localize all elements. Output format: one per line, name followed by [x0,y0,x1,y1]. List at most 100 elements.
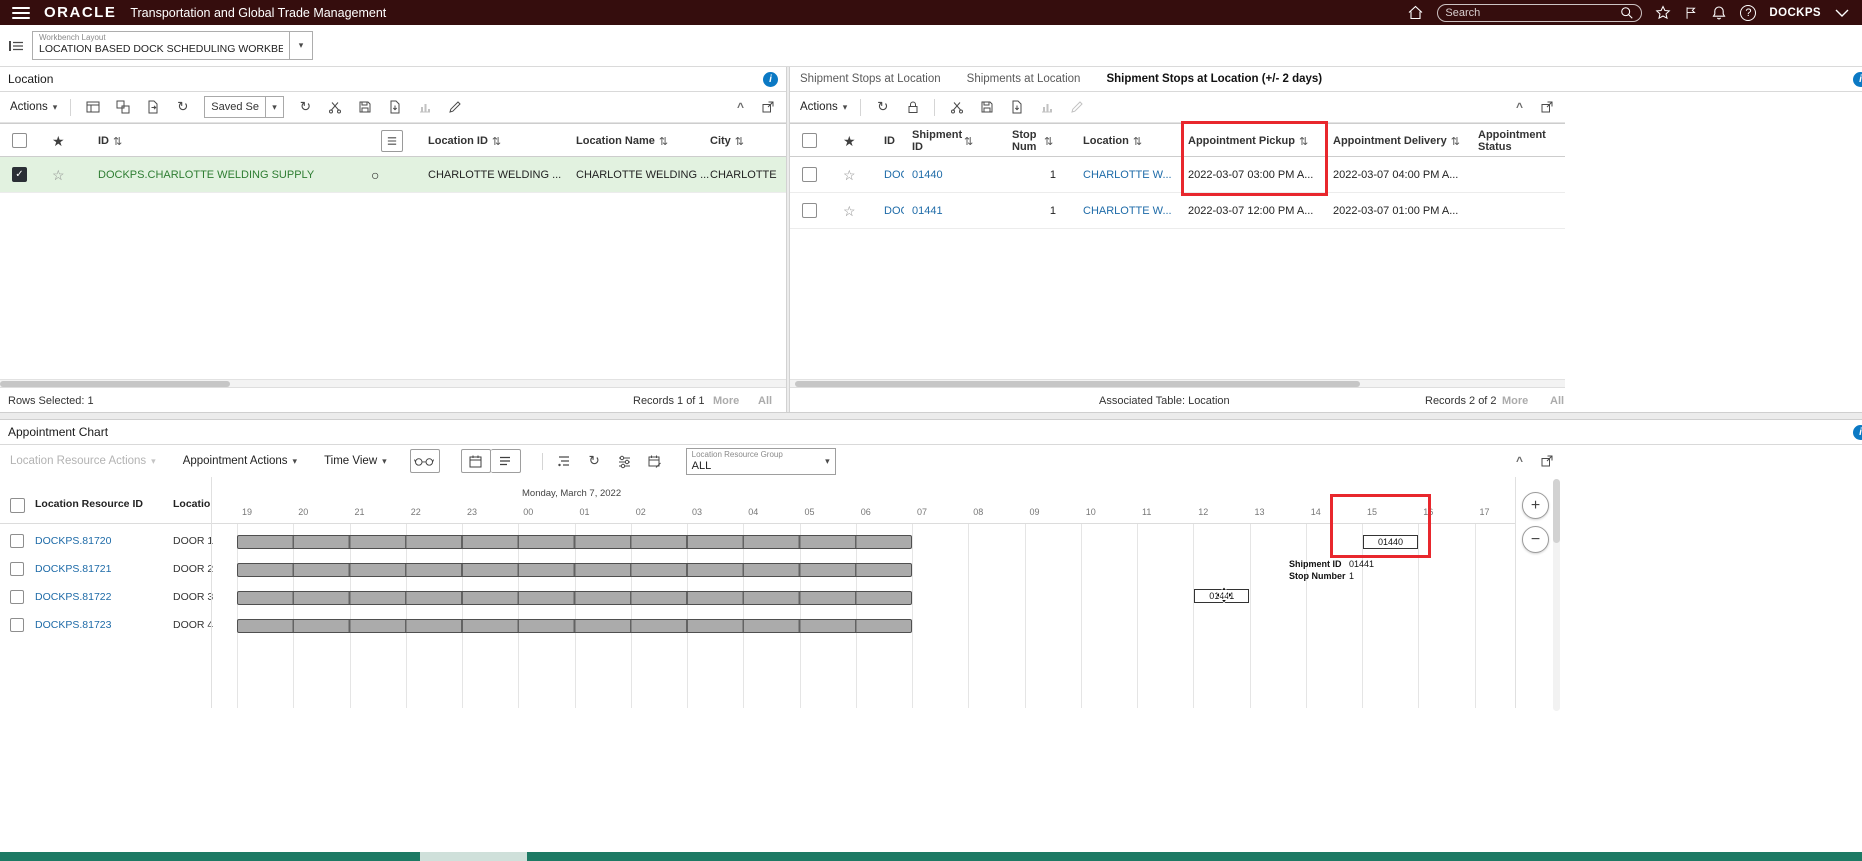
horizontal-splitter[interactable] [0,412,1862,420]
collapse-panel-icon[interactable]: ^ [1516,100,1523,114]
table-layout-icon[interactable] [84,99,101,116]
gantt-select-all-checkbox[interactable] [10,498,25,513]
zoom-out-button[interactable]: − [1522,526,1549,553]
gantt-resource-link[interactable]: DOCKPS.81721 [35,563,111,575]
tab-shipments[interactable]: Shipments at Location [967,73,1081,85]
notifications-bell-icon[interactable] [1711,5,1727,21]
chevron-down-icon[interactable] [1834,7,1850,19]
calendar-view-button[interactable] [460,449,491,473]
gantt-resource-link[interactable]: DOCKPS.81720 [35,535,111,547]
favorites-star-icon[interactable] [1655,4,1671,21]
scrollbar-thumb[interactable] [1553,479,1560,543]
vertical-scrollbar[interactable] [1553,479,1560,711]
zoom-in-button[interactable]: + [1522,492,1549,519]
edit-pencil-icon[interactable] [447,99,464,116]
column-header-shipment-id[interactable]: Shipment ID ⇅ [912,124,973,158]
location-link[interactable]: CHARLOTTE W... [1083,157,1179,193]
refresh-icon[interactable]: ↻ [586,453,603,470]
document-download-icon[interactable] [1008,99,1025,116]
select-all-checkbox[interactable] [802,133,817,148]
shipment-id-link[interactable]: 01440 [912,157,943,193]
lock-icon[interactable] [904,99,921,116]
user-menu[interactable]: DOCKPS [1769,7,1821,19]
group-by-icon[interactable] [556,453,573,470]
export-document-icon[interactable] [144,99,161,116]
shipment-id-link[interactable]: 01441 [912,193,943,229]
table-row[interactable]: ☆ DOC 01441 1 CHARLOTTE W... 2022-03-07 … [790,193,1565,229]
saved-search-dropdown-button[interactable]: ▾ [264,97,283,117]
sort-icon[interactable]: ⇅ [1044,135,1053,148]
gantt-resource-link[interactable]: DOCKPS.81723 [35,619,111,631]
saved-search-select[interactable]: Saved Se ▾ [204,96,284,118]
availability-view-button[interactable] [409,449,440,473]
workbench-layout-dropdown-button[interactable]: ▾ [290,31,313,60]
tab-shipment-stops-2days[interactable]: Shipment Stops at Location (+/- 2 days) [1106,73,1322,85]
settings-sliders-icon[interactable] [616,453,633,470]
sort-icon[interactable]: ⇅ [1299,135,1308,148]
appointment-actions-menu[interactable]: Appointment Actions ▾ [183,455,297,467]
sort-icon[interactable]: ⇅ [1451,135,1460,148]
info-icon[interactable]: i [1853,425,1862,440]
table-row[interactable]: ✓ ☆ DOCKPS.CHARLOTTE WELDING SUPPLY ○ CH… [0,157,786,193]
sort-icon[interactable]: ⇅ [1133,135,1142,148]
column-header-location-id[interactable]: Location ID ⇅ [428,124,501,158]
horizontal-scrollbar[interactable] [790,379,1565,387]
window-bottom-scrollbar[interactable] [0,852,1862,861]
help-icon[interactable]: ? [1740,4,1757,21]
hamburger-menu-icon[interactable] [12,6,30,19]
refresh-icon[interactable]: ↻ [874,99,891,116]
tab-shipment-stops[interactable]: Shipment Stops at Location [800,73,941,85]
workbench-layout-select[interactable]: Workbench Layout LOCATION BASED DOCK SCH… [32,31,313,60]
sort-icon[interactable]: ⇅ [492,135,501,148]
favorite-column-icon[interactable]: ★ [843,134,856,148]
open-in-new-icon[interactable] [1538,453,1555,470]
select-all-checkbox[interactable] [12,133,27,148]
column-header-appointment-status[interactable]: Appointment Status [1478,124,1546,158]
sort-icon[interactable]: ⇅ [659,135,668,148]
favorite-star-icon[interactable]: ☆ [843,204,856,218]
gantt-row-checkbox[interactable] [10,618,24,632]
gantt-row-checkbox[interactable] [10,534,24,548]
search-input[interactable] [1445,6,1621,19]
column-header-city[interactable]: City ⇅ [710,124,744,158]
all-button[interactable]: All [758,388,772,413]
location-link[interactable]: CHARLOTTE W... [1083,193,1179,229]
actions-menu-button[interactable]: Actions ▾ [800,101,847,113]
row-checkbox[interactable] [802,167,817,182]
column-header-location-name[interactable]: Location Name ⇅ [576,124,668,158]
sort-icon[interactable]: ⇅ [113,135,122,148]
scissors-icon[interactable] [948,99,965,116]
actions-menu-button[interactable]: Actions ▾ [10,101,57,113]
collapse-panel-icon[interactable]: ^ [737,100,744,114]
all-button[interactable]: All [1550,388,1564,413]
run-search-icon[interactable]: ↻ [297,99,314,116]
time-view-menu[interactable]: Time View ▾ [324,455,387,467]
appointment-block[interactable]: 01440 [1363,535,1418,549]
open-in-new-icon[interactable] [1538,99,1555,116]
gantt-resource-link[interactable]: DOCKPS.81722 [35,591,111,603]
location-resource-group-select[interactable]: Location Resource Group ALL ▾ [685,447,836,475]
list-view-button[interactable] [490,449,521,473]
favorite-column-icon[interactable]: ★ [52,134,65,148]
scissors-icon[interactable] [327,99,344,116]
id-link[interactable]: DOC [884,157,904,193]
sort-icon[interactable]: ⇅ [735,135,744,148]
workbench-layout-icon[interactable] [8,39,24,53]
save-icon[interactable] [357,99,374,116]
gantt-row-checkbox[interactable] [10,590,24,604]
column-header-appointment-pickup[interactable]: Appointment Pickup ⇅ [1188,124,1308,158]
compare-icon[interactable] [114,99,131,116]
document-download-icon[interactable] [387,99,404,116]
row-checkbox[interactable]: ✓ [12,167,27,182]
scrollbar-thumb[interactable] [420,852,527,861]
collapse-panel-icon[interactable]: ^ [1516,454,1523,468]
location-id-link[interactable]: DOCKPS.CHARLOTTE WELDING SUPPLY [98,157,314,193]
save-icon[interactable] [978,99,995,116]
favorite-star-icon[interactable]: ☆ [843,168,856,182]
column-header-id[interactable]: ID [884,124,895,158]
column-header-appointment-delivery[interactable]: Appointment Delivery ⇅ [1333,124,1460,158]
id-link[interactable]: DOC [884,193,904,229]
column-header-location[interactable]: Location ⇅ [1083,124,1142,158]
info-icon[interactable]: i [763,72,778,87]
column-header-id[interactable]: ID ⇅ [98,124,122,158]
